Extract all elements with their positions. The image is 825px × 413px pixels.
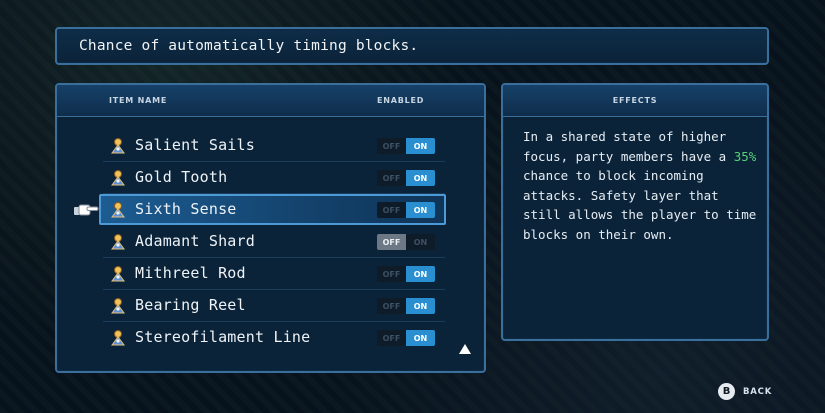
item-name: Stereofilament Line	[135, 328, 311, 346]
description-text: Chance of automatically timing blocks.	[79, 38, 419, 54]
toggle-off-label: OFF	[377, 234, 406, 250]
item-name: Mithreel Rod	[135, 264, 246, 282]
relic-icon	[111, 170, 125, 186]
toggle-on-label: ON	[406, 138, 435, 154]
enabled-toggle[interactable]: OFF ON	[377, 202, 435, 218]
toggle-on-label: ON	[406, 330, 435, 346]
effects-text-after: chance to block incoming attacks. Safety…	[523, 168, 757, 242]
enabled-toggle[interactable]: OFF ON	[377, 170, 435, 186]
pointing-hand-icon	[74, 204, 99, 216]
enabled-column-header: ENABLED	[377, 96, 425, 105]
list-item[interactable]: Stereofilament Line OFF ON	[99, 322, 487, 354]
enabled-toggle[interactable]: OFF ON	[377, 298, 435, 314]
enabled-toggle[interactable]: OFF ON	[377, 266, 435, 282]
effects-panel: EFFECTS In a shared state of higher focu…	[501, 83, 769, 341]
item-name: Salient Sails	[135, 136, 255, 154]
b-button-icon: B	[718, 383, 735, 400]
item-list-panel: ITEM NAME ENABLED Salient Sails OFF ON G…	[55, 83, 486, 373]
toggle-on-label: ON	[406, 202, 435, 218]
toggle-on-label: ON	[406, 170, 435, 186]
back-button[interactable]: B BACK	[718, 383, 772, 400]
toggle-on-label: ON	[406, 266, 435, 282]
item-name: Gold Tooth	[135, 168, 228, 186]
item-name: Sixth Sense	[135, 200, 237, 218]
list-item-selected[interactable]: Sixth Sense OFF ON	[74, 194, 487, 226]
list-item[interactable]: Adamant Shard OFF ON	[99, 226, 487, 258]
effects-highlight-value: 35%	[733, 148, 757, 164]
relic-icon	[111, 330, 125, 346]
toggle-off-label: OFF	[377, 330, 406, 346]
toggle-on-label: ON	[406, 298, 435, 314]
toggle-off-label: OFF	[377, 170, 406, 186]
relic-icon	[111, 234, 125, 250]
item-name: Bearing Reel	[135, 296, 246, 314]
relic-icon	[111, 202, 125, 218]
effects-description: In a shared state of higher focus, party…	[523, 127, 761, 244]
item-name-column-header: ITEM NAME	[109, 96, 168, 105]
list-header: ITEM NAME ENABLED	[57, 85, 484, 117]
list-item[interactable]: Salient Sails OFF ON	[99, 130, 487, 162]
list-item[interactable]: Mithreel Rod OFF ON	[99, 258, 487, 290]
toggle-off-label: OFF	[377, 138, 406, 154]
back-label: BACK	[743, 386, 773, 397]
relic-icon	[111, 138, 125, 154]
list-item[interactable]: Gold Tooth OFF ON	[99, 162, 487, 194]
effects-text-before: In a shared state of higher focus, party…	[523, 129, 734, 164]
scroll-up-arrow-icon[interactable]	[459, 344, 471, 354]
effects-title: EFFECTS	[612, 96, 658, 105]
description-bar: Chance of automatically timing blocks.	[55, 27, 769, 65]
relic-icon	[111, 266, 125, 282]
effects-header: EFFECTS	[503, 85, 767, 117]
item-name: Adamant Shard	[135, 232, 255, 250]
enabled-toggle[interactable]: OFF ON	[377, 330, 435, 346]
toggle-off-label: OFF	[377, 298, 406, 314]
enabled-toggle[interactable]: OFF ON	[377, 234, 435, 250]
enabled-toggle[interactable]: OFF ON	[377, 138, 435, 154]
toggle-on-label: ON	[406, 234, 435, 250]
toggle-off-label: OFF	[377, 266, 406, 282]
list-item[interactable]: Bearing Reel OFF ON	[99, 290, 487, 322]
toggle-off-label: OFF	[377, 202, 406, 218]
relic-icon	[111, 298, 125, 314]
